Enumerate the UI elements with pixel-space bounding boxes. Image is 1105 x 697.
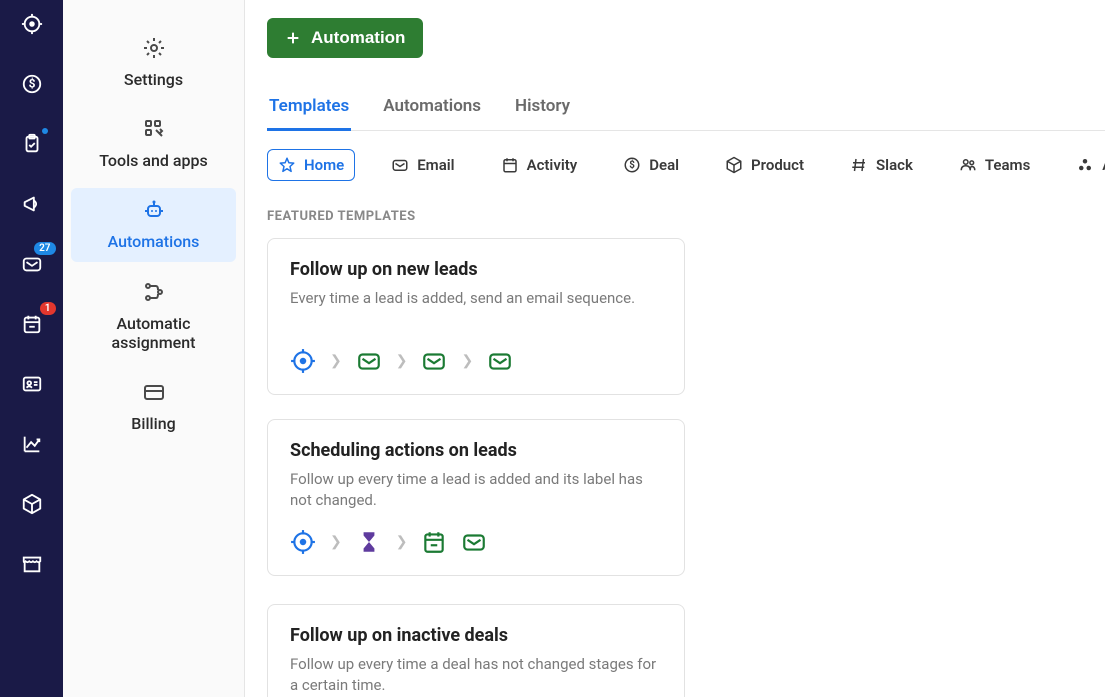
- template-cards-row-1: Follow up on new leads Every time a lead…: [267, 238, 1105, 576]
- plus-icon: [285, 30, 301, 46]
- template-card[interactable]: Scheduling actions on leads Follow up ev…: [267, 419, 685, 576]
- teams-icon: [959, 156, 977, 174]
- chevron-right-icon: ❯: [330, 353, 342, 369]
- sidebar-item-automations[interactable]: Automations: [71, 188, 236, 261]
- sidebar-item-billing[interactable]: Billing: [71, 370, 236, 443]
- sidebar-item-assignment[interactable]: Automatic assignment: [71, 270, 236, 362]
- main-content: Automation Templates Automations History…: [245, 0, 1105, 697]
- card-desc: Every time a lead is added, send an emai…: [290, 288, 662, 330]
- nav-campaigns[interactable]: [18, 190, 46, 218]
- filter-activity[interactable]: Activity: [491, 149, 588, 181]
- chevron-right-icon: ❯: [330, 534, 342, 550]
- gear-icon: [142, 36, 166, 64]
- card-flow-icons: ❯ ❯: [290, 529, 662, 555]
- nav-projects[interactable]: [18, 130, 46, 158]
- sidebar-item-label: Settings: [124, 70, 183, 89]
- mail-icon: [356, 348, 382, 374]
- sidebar-item-label: Automatic assignment: [79, 314, 228, 352]
- target-icon: [290, 348, 316, 374]
- sidebar-item-tools[interactable]: Tools and apps: [71, 107, 236, 180]
- nav-insights[interactable]: [18, 430, 46, 458]
- card-desc: Follow up every time a deal has not chan…: [290, 654, 662, 696]
- nav-products[interactable]: [18, 490, 46, 518]
- filter-home[interactable]: Home: [267, 149, 355, 181]
- tab-automations[interactable]: Automations: [381, 88, 483, 131]
- mail-icon: [461, 529, 487, 555]
- section-label: FEATURED TEMPLATES: [267, 209, 1105, 224]
- chevron-right-icon: ❯: [396, 534, 408, 550]
- template-card[interactable]: Follow up on new leads Every time a lead…: [267, 238, 685, 395]
- route-icon: [142, 280, 166, 308]
- dollar-icon: [623, 156, 641, 174]
- settings-sidebar: Settings Tools and apps Automations Auto…: [63, 0, 245, 697]
- calendar-icon: [501, 156, 519, 174]
- tab-history[interactable]: History: [513, 88, 572, 131]
- add-automation-button[interactable]: Automation: [267, 18, 423, 58]
- nav-rail: 27 1: [0, 0, 63, 697]
- nav-deals[interactable]: [18, 70, 46, 98]
- template-cards-row-2: Follow up on inactive deals Follow up ev…: [267, 604, 1105, 697]
- apps-icon: [142, 117, 166, 145]
- filter-deal[interactable]: Deal: [613, 149, 689, 181]
- card-title: Follow up on new leads: [290, 259, 662, 280]
- filter-slack[interactable]: Slack: [840, 149, 923, 181]
- mail-icon: [421, 348, 447, 374]
- nav-calendar[interactable]: 1: [18, 310, 46, 338]
- nav-leads[interactable]: [18, 10, 46, 38]
- tabs: Templates Automations History: [267, 88, 1105, 131]
- sidebar-item-label: Automations: [108, 232, 200, 251]
- slack-icon: [850, 156, 868, 174]
- chevron-right-icon: ❯: [396, 353, 408, 369]
- mail-icon: [391, 156, 409, 174]
- notification-dot-icon: [42, 128, 48, 134]
- asana-icon: [1076, 156, 1094, 174]
- calendar-icon: [421, 529, 447, 555]
- card-title: Scheduling actions on leads: [290, 440, 662, 461]
- nav-inbox[interactable]: 27: [18, 250, 46, 278]
- template-card[interactable]: Follow up on inactive deals Follow up ev…: [267, 604, 685, 697]
- sidebar-item-settings[interactable]: Settings: [71, 26, 236, 99]
- add-button-label: Automation: [311, 28, 405, 48]
- star-icon: [278, 156, 296, 174]
- hourglass-icon: [356, 529, 382, 555]
- nav-marketplace[interactable]: [18, 550, 46, 578]
- filter-row: Home Email Activity Deal Product Slack T…: [267, 149, 1105, 181]
- robot-icon: [142, 198, 166, 226]
- filter-product[interactable]: Product: [715, 149, 814, 181]
- sidebar-item-label: Tools and apps: [99, 151, 207, 170]
- box-icon: [725, 156, 743, 174]
- target-icon: [290, 529, 316, 555]
- sidebar-item-label: Billing: [131, 414, 175, 433]
- filter-teams[interactable]: Teams: [949, 149, 1040, 181]
- card-icon: [142, 380, 166, 408]
- mail-icon: [487, 348, 513, 374]
- nav-contacts[interactable]: [18, 370, 46, 398]
- tab-templates[interactable]: Templates: [267, 88, 351, 131]
- chevron-right-icon: ❯: [461, 353, 473, 369]
- badge-count: 1: [40, 302, 56, 315]
- card-flow-icons: ❯ ❯ ❯: [290, 348, 662, 374]
- filter-asana[interactable]: Asana: [1066, 149, 1105, 181]
- card-title: Follow up on inactive deals: [290, 625, 662, 646]
- badge-count: 27: [34, 242, 55, 255]
- card-desc: Follow up every time a lead is added and…: [290, 469, 662, 511]
- filter-email[interactable]: Email: [381, 149, 464, 181]
